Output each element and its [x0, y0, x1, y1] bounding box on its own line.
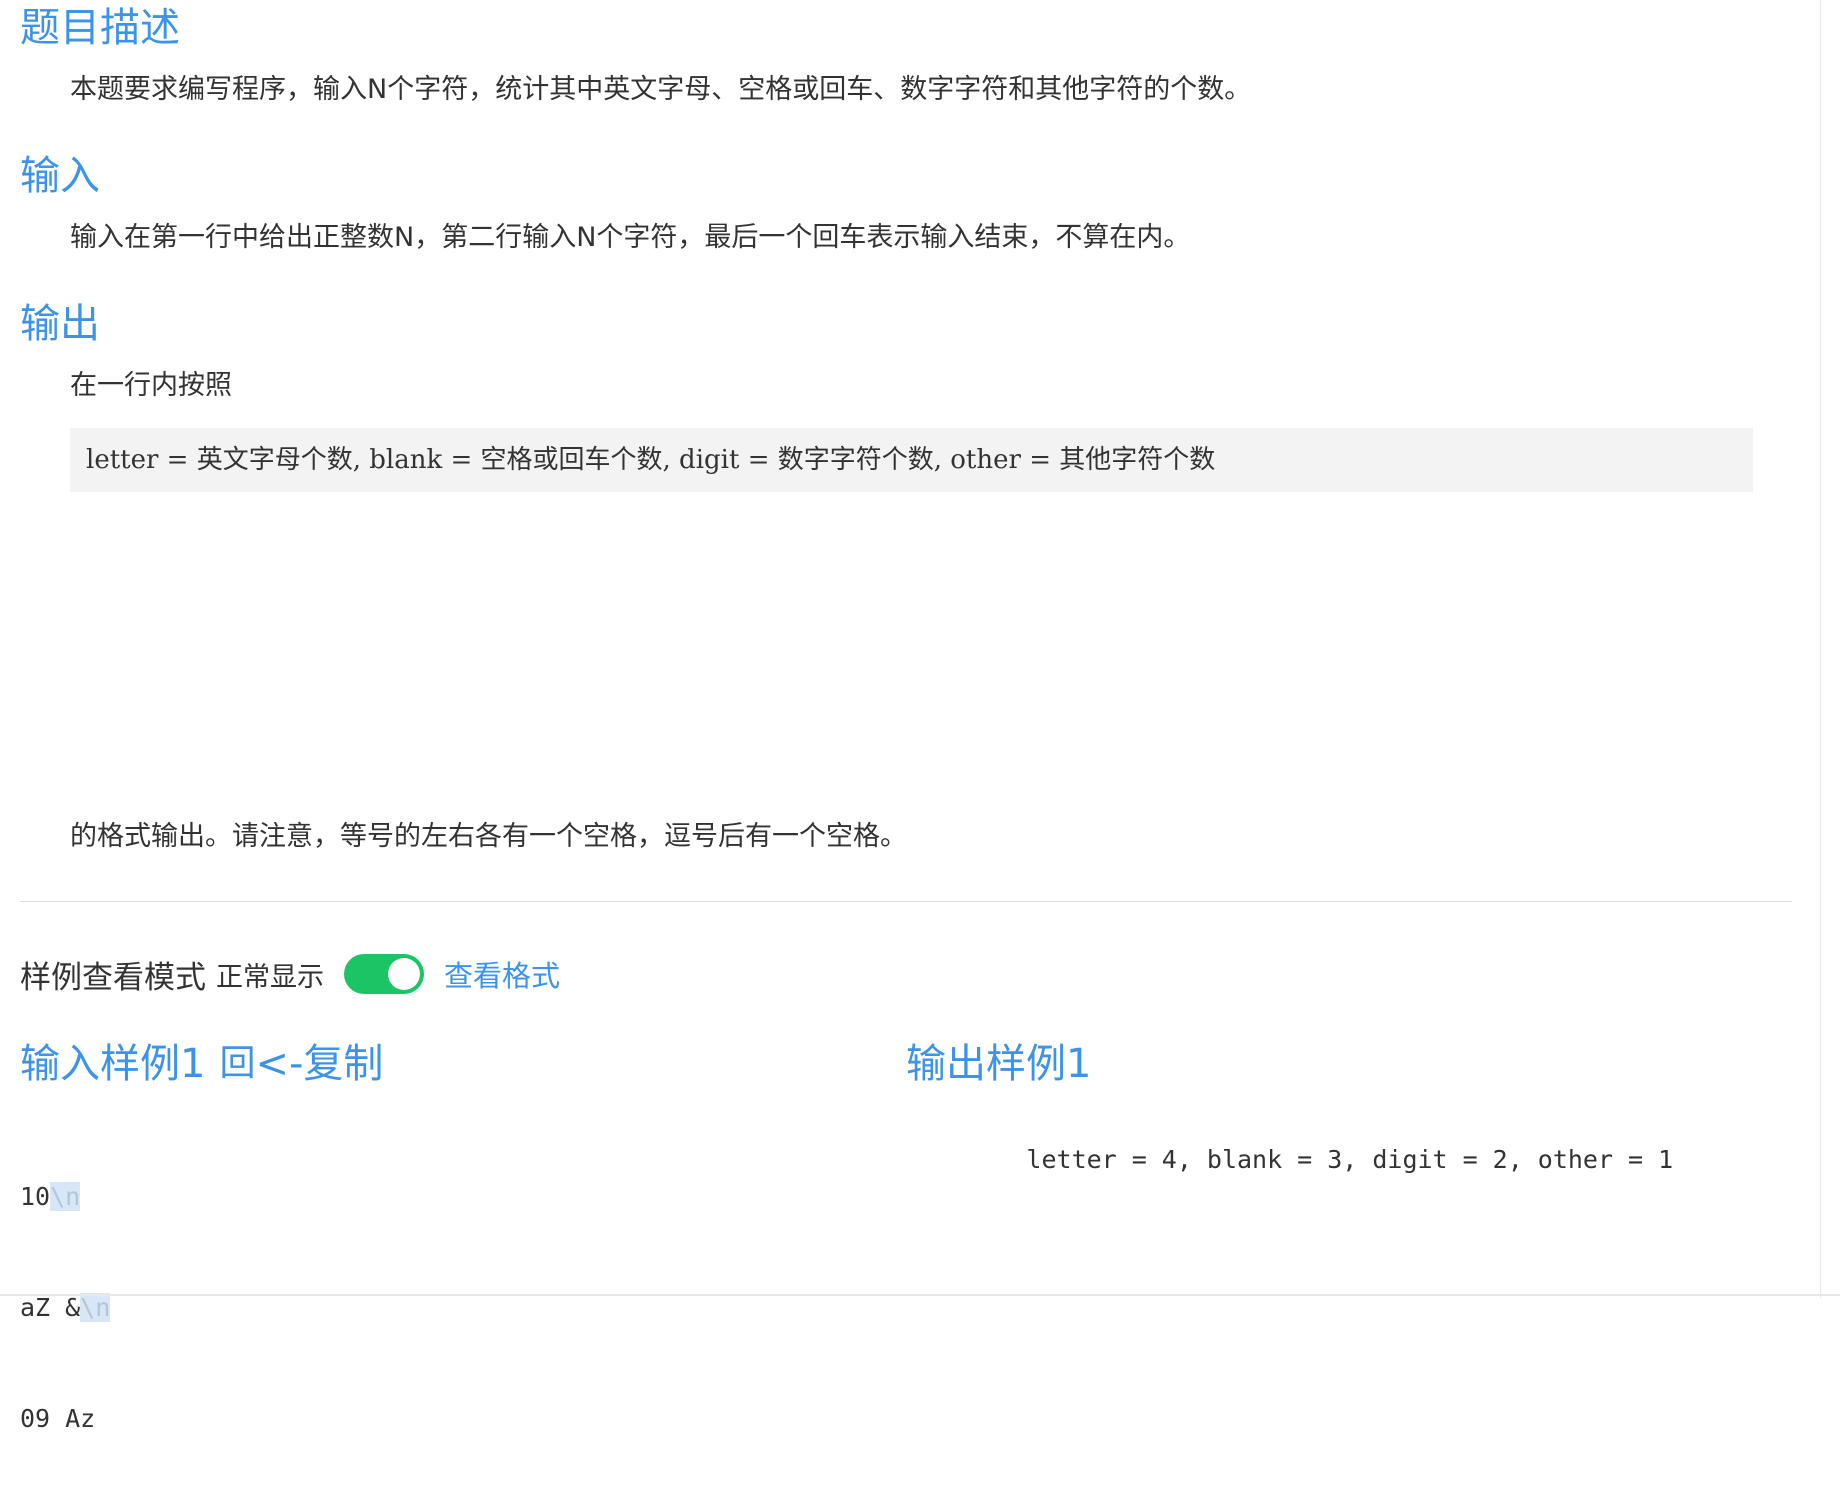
input-text: 输入在第一行中给出正整数N，第二行输入N个字符，最后一个回车表示输入结束，不算在… [70, 222, 1191, 253]
output-heading: 输出 [20, 301, 100, 347]
input-line: 10\n [20, 1182, 81, 1211]
description-text: 本题要求编写程序，输入N个字符，统计其中英文字母、空格或回车、数字字符和其他字符… [70, 74, 1252, 105]
input-line: 09 Az [20, 1404, 96, 1433]
output-sample-content: letter = 4, blank = 3, digit = 2, other = 1 [1026, 1145, 1674, 1174]
sample-mode-label: 样例查看模式 [20, 959, 206, 996]
input-sample-content: 10\n aZ &\n 09 Az [20, 1104, 906, 1511]
output-format-code: letter = 英文字母个数, blank = 空格或回车个数, digit … [70, 428, 1753, 492]
input-sample-title: 输入样例1 [20, 1041, 206, 1087]
output-sample-title: 输出样例1 [906, 1041, 1092, 1087]
output-text-after: 的格式输出。请注意，等号的左右各有一个空格，逗号后有一个空格。 [70, 821, 907, 852]
sample-mode-toggle[interactable] [344, 954, 424, 994]
page-right-border [1820, 0, 1821, 1298]
problem-page: 题目描述 本题要求编写程序，输入N个字符，统计其中英文字母、空格或回车、数字字符… [20, 0, 1792, 1511]
view-format-link[interactable]: 查看格式 [444, 953, 560, 995]
copy-icon: 回 [219, 1043, 256, 1084]
description-heading: 题目描述 [20, 5, 180, 51]
sample-mode-status: 正常显示 [216, 961, 324, 993]
output-text-before: 在一行内按照 [70, 370, 232, 401]
input-heading: 输入 [20, 153, 100, 199]
copy-label: <-复制 [255, 1041, 384, 1087]
samples-section: 输入样例1 回 <-复制 10\n aZ &\n 09 Az 输出样例1 lette… [20, 1034, 1792, 1511]
toggle-knob [388, 958, 420, 990]
sample-mode-row: 样例查看模式 正常显示 查看格式 [20, 949, 1792, 999]
page-bottom-border [0, 1294, 1840, 1296]
input-sample: 输入样例1 回 <-复制 10\n aZ &\n 09 Az [20, 1034, 906, 1511]
output-sample: 输出样例1 letter = 4, blank = 3, digit = 2, other = 1 [906, 1034, 1792, 1511]
copy-button[interactable]: 回 <-复制 [219, 1034, 383, 1094]
